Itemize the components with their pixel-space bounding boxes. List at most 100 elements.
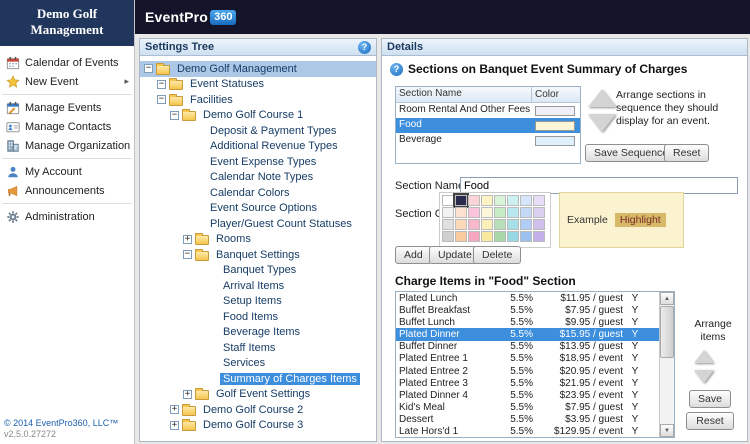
move-section-up-button[interactable] <box>588 89 616 107</box>
palette-swatch[interactable] <box>453 193 469 208</box>
move-item-up-button[interactable] <box>694 350 714 363</box>
tree-node-food-items[interactable]: Food Items <box>140 309 376 325</box>
tree-node-calendar-colors[interactable]: Calendar Colors <box>140 185 376 201</box>
save-items-button[interactable]: Save <box>689 390 731 408</box>
tree-expand-icon[interactable]: + <box>170 420 179 430</box>
tree-node-event-statuses[interactable]: − Event Statuses <box>140 77 376 93</box>
column-header-section-name[interactable]: Section Name <box>396 87 532 102</box>
palette-swatch[interactable] <box>481 207 493 218</box>
tree-collapse-icon[interactable]: − <box>157 79 166 89</box>
reset-items-button[interactable]: Reset <box>686 412 734 430</box>
tree-node-services[interactable]: Services <box>140 356 376 372</box>
scroll-up-icon[interactable] <box>660 292 674 305</box>
charge-item-row[interactable]: Plated Dinner 5.5% $15.95 / guest Y <box>396 328 659 341</box>
sidebar-item-administration[interactable]: Administration <box>0 207 134 226</box>
tree-node-event-expense-types[interactable]: Event Expense Types <box>140 154 376 170</box>
palette-swatch[interactable] <box>468 195 480 206</box>
charge-item-row[interactable]: Buffet Lunch 5.5% $9.95 / guest Y <box>396 316 659 328</box>
palette-swatch[interactable] <box>520 207 532 218</box>
palette-swatch[interactable] <box>520 231 532 242</box>
sidebar-item-calendar-of-events[interactable]: Calendar of Events <box>0 53 134 72</box>
palette-swatch[interactable] <box>520 219 532 230</box>
charge-item-row[interactable]: Plated Lunch 5.5% $11.95 / guest Y <box>396 292 659 304</box>
tree-node-player-guest-count-statuses[interactable]: Player/Guest Count Statuses <box>140 216 376 232</box>
tree-node-rooms[interactable]: + Rooms <box>140 232 376 248</box>
sidebar-item-manage-events[interactable]: Manage Events <box>0 98 134 117</box>
move-section-down-button[interactable] <box>588 114 616 132</box>
copyright-link[interactable]: © 2014 EventPro360, LLC™ <box>4 418 118 429</box>
tree-node-calendar-note-types[interactable]: Calendar Note Types <box>140 170 376 186</box>
tree-collapse-icon[interactable]: − <box>157 95 166 105</box>
help-icon[interactable] <box>390 62 403 76</box>
tree-node-beverage-items[interactable]: Beverage Items <box>140 325 376 341</box>
scroll-down-icon[interactable] <box>660 424 674 437</box>
charge-item-row[interactable]: Plated Dinner 4 5.5% $23.95 / event Y <box>396 389 659 401</box>
sidebar-item-my-account[interactable]: My Account <box>0 162 134 181</box>
sidebar-item-manage-contacts[interactable]: Manage Contacts <box>0 117 134 136</box>
tree-node-demo-golf-course-3[interactable]: + Demo Golf Course 3 <box>140 418 376 434</box>
tree-node-demo-golf-course-2[interactable]: + Demo Golf Course 2 <box>140 402 376 418</box>
palette-swatch[interactable] <box>507 195 519 206</box>
charge-item-row[interactable]: Late Hors'd 1 5.5% $129.95 / event Y <box>396 426 659 437</box>
charge-item-row[interactable]: Buffet Breakfast 5.5% $7.95 / guest Y <box>396 304 659 316</box>
tree-expand-icon[interactable]: + <box>183 389 192 399</box>
move-item-down-button[interactable] <box>694 370 714 383</box>
palette-swatch[interactable] <box>442 207 454 218</box>
charge-item-row[interactable]: Plated Entree 3 5.5% $21.95 / event Y <box>396 377 659 389</box>
scrollbar-thumb[interactable] <box>660 306 674 358</box>
palette-swatch[interactable] <box>494 195 506 206</box>
section-row[interactable]: Room Rental And Other Fees <box>396 103 580 118</box>
palette-swatch[interactable] <box>455 207 467 218</box>
charge-list-scrollbar[interactable] <box>659 292 674 437</box>
section-row[interactable]: Beverage <box>396 133 580 148</box>
tree-node-setup-items[interactable]: Setup Items <box>140 294 376 310</box>
charge-item-row[interactable]: Plated Entree 1 5.5% $18.95 / event Y <box>396 353 659 365</box>
palette-swatch[interactable] <box>494 207 506 218</box>
tree-expand-icon[interactable]: + <box>183 234 192 244</box>
charge-item-row[interactable]: Dessert 5.5% $3.95 / guest Y <box>396 414 659 426</box>
add-button[interactable]: Add <box>395 246 432 264</box>
tree-node-event-source-options[interactable]: Event Source Options <box>140 201 376 217</box>
sidebar-item-new-event[interactable]: New Event ▸ <box>0 72 134 91</box>
palette-swatch[interactable] <box>507 219 519 230</box>
help-icon[interactable] <box>358 40 371 54</box>
section-row[interactable]: Food <box>396 118 580 133</box>
palette-swatch[interactable] <box>481 195 493 206</box>
tree-node-summary-of-charges-items[interactable]: Summary of Charges Items <box>140 371 376 387</box>
palette-swatch[interactable] <box>481 219 493 230</box>
tree-node-additional-revenue-types[interactable]: Additional Revenue Types <box>140 139 376 155</box>
palette-swatch[interactable] <box>455 231 467 242</box>
tree-node-deposit-payment-types[interactable]: Deposit & Payment Types <box>140 123 376 139</box>
tree-node-banquet-settings[interactable]: − Banquet Settings <box>140 247 376 263</box>
palette-swatch[interactable] <box>507 207 519 218</box>
palette-swatch[interactable] <box>442 231 454 242</box>
palette-swatch[interactable] <box>442 219 454 230</box>
palette-swatch[interactable] <box>494 231 506 242</box>
palette-swatch[interactable] <box>468 219 480 230</box>
palette-swatch[interactable] <box>442 195 454 206</box>
reset-sequence-button[interactable]: Reset <box>664 144 710 162</box>
palette-swatch[interactable] <box>533 219 545 230</box>
tree-node-arrival-items[interactable]: Arrival Items <box>140 278 376 294</box>
delete-button[interactable]: Delete <box>473 246 522 264</box>
sidebar-item-manage-organizations[interactable]: Manage Organizations <box>0 136 134 155</box>
charge-item-row[interactable]: Plated Entree 2 5.5% $20.95 / event Y <box>396 365 659 377</box>
tree-collapse-icon[interactable]: − <box>144 64 153 74</box>
palette-swatch[interactable] <box>533 207 545 218</box>
tree-collapse-icon[interactable]: − <box>183 250 192 260</box>
palette-swatch[interactable] <box>468 231 480 242</box>
charge-item-row[interactable]: Buffet Dinner 5.5% $13.95 / guest Y <box>396 341 659 353</box>
sidebar-item-announcements[interactable]: Announcements <box>0 181 134 200</box>
tree-node-demo-golf-course-1[interactable]: − Demo Golf Course 1 <box>140 108 376 124</box>
palette-swatch[interactable] <box>455 219 467 230</box>
palette-swatch[interactable] <box>507 231 519 242</box>
tree-node-golf-event-settings[interactable]: + Golf Event Settings <box>140 387 376 403</box>
tree-collapse-icon[interactable]: − <box>170 110 179 120</box>
charge-item-row[interactable]: Kid's Meal 5.5% $7.95 / guest Y <box>396 401 659 413</box>
tree-expand-icon[interactable]: + <box>170 405 179 415</box>
palette-swatch[interactable] <box>533 231 545 242</box>
tree-node-facilities[interactable]: − Facilities <box>140 92 376 108</box>
tree-node-banquet-types[interactable]: Banquet Types <box>140 263 376 279</box>
palette-swatch[interactable] <box>494 219 506 230</box>
palette-swatch[interactable] <box>533 195 545 206</box>
